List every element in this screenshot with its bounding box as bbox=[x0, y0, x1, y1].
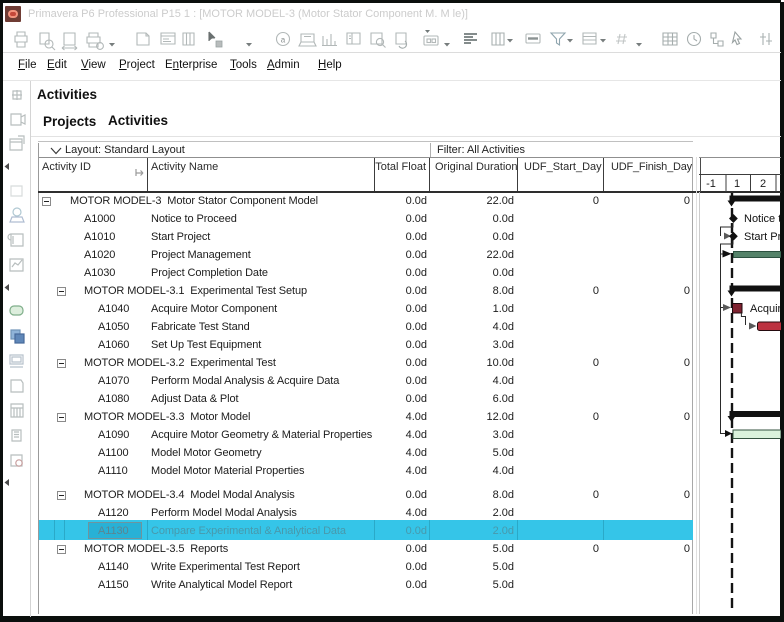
svg-text:Start Proj: Start Proj bbox=[744, 231, 781, 243]
svg-text:Acquire: Acquire bbox=[750, 303, 781, 315]
svg-text:1: 1 bbox=[734, 178, 740, 190]
svg-text:2: 2 bbox=[760, 178, 766, 190]
svg-text:-1: -1 bbox=[706, 178, 716, 190]
svg-text:a: a bbox=[281, 36, 286, 45]
svg-text:Notice to: Notice to bbox=[744, 213, 781, 225]
